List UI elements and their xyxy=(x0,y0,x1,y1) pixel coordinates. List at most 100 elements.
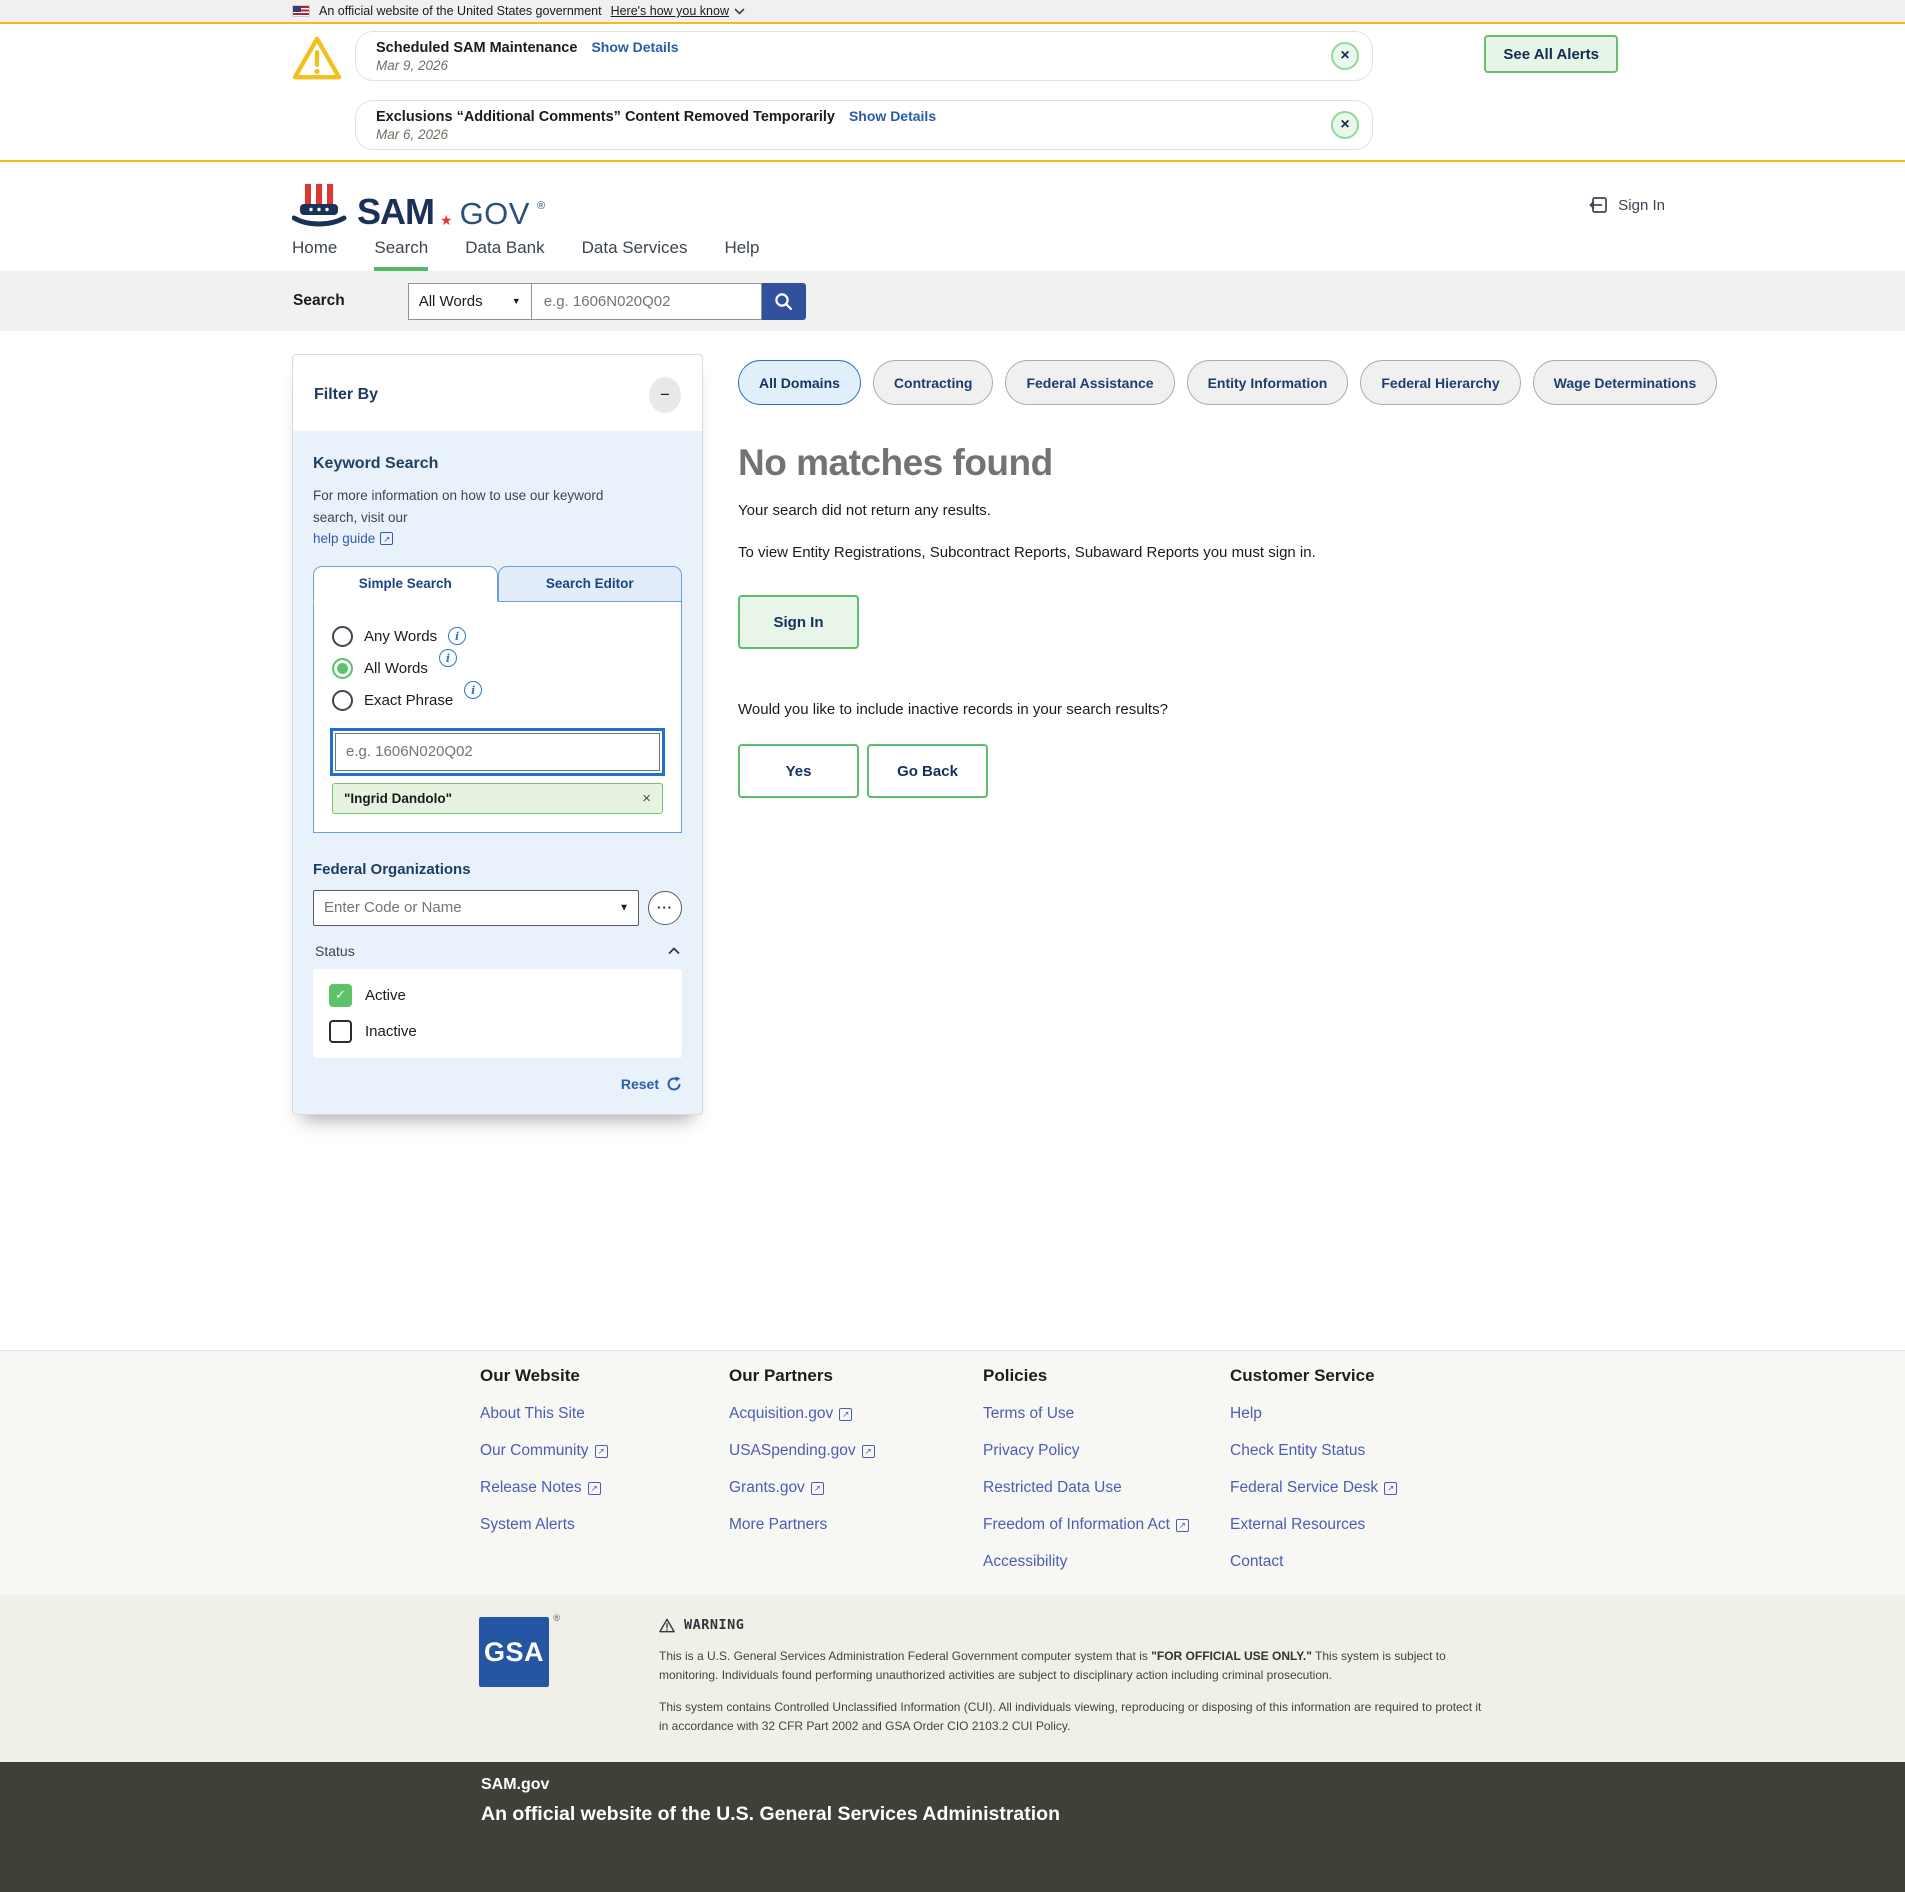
logo-gov-text: GOV xyxy=(460,200,530,228)
primary-nav: Home Search Data Bank Data Services Help xyxy=(0,238,1905,271)
see-all-alerts-button[interactable]: See All Alerts xyxy=(1484,35,1618,73)
footer-link-system-alerts[interactable]: System Alerts xyxy=(480,1516,575,1534)
external-link-icon: ↗ xyxy=(588,1482,601,1495)
search-submit-button[interactable] xyxy=(762,283,806,320)
radio-exact-phrase[interactable] xyxy=(332,690,353,711)
nav-item-data-services[interactable]: Data Services xyxy=(582,238,688,271)
external-link-icon: ↗ xyxy=(595,1445,608,1458)
footer-tagline: An official website of the U.S. General … xyxy=(481,1803,1665,1826)
tab-search-editor[interactable]: Search Editor xyxy=(498,566,683,602)
radio-all-words-label: All Words xyxy=(364,660,428,677)
footer-link-usaspending-gov[interactable]: USASpending.gov↗ xyxy=(729,1442,875,1460)
footer-col-customer-service: Customer Service Help Check Entity Statu… xyxy=(1230,1366,1665,1571)
domain-tab-all-domains[interactable]: All Domains xyxy=(738,360,861,405)
search-strip: Search All Words ▼ xyxy=(0,271,1905,331)
federal-org-input[interactable] xyxy=(313,890,639,926)
footer-site-name: SAM.gov xyxy=(481,1776,1665,1794)
no-matches-title: No matches found xyxy=(738,442,1717,484)
footer-link-accessibility[interactable]: Accessibility xyxy=(983,1553,1067,1571)
info-icon[interactable]: i xyxy=(439,649,457,667)
header-sign-in-link[interactable]: Sign In xyxy=(1589,195,1665,215)
status-section-toggle[interactable]: Status xyxy=(313,943,682,959)
nav-item-search[interactable]: Search xyxy=(374,238,428,271)
logo-sam-text: SAM xyxy=(357,196,434,228)
gsa-logo: GSA xyxy=(479,1617,549,1687)
footer-link-our-community[interactable]: Our Community↗ xyxy=(480,1442,608,1460)
domain-tab-federal-assistance[interactable]: Federal Assistance xyxy=(1005,360,1174,405)
external-link-icon: ↗ xyxy=(380,532,393,545)
nav-item-home[interactable]: Home xyxy=(292,238,337,271)
alert-item: Exclusions “Additional Comments” Content… xyxy=(355,100,1373,150)
chevron-up-icon xyxy=(668,947,680,955)
footer-link-restricted-data-use[interactable]: Restricted Data Use xyxy=(983,1479,1122,1497)
keyword-info-text: For more information on how to use our k… xyxy=(313,488,603,525)
sign-in-icon xyxy=(1589,195,1609,215)
registered-mark-icon: ® xyxy=(553,1613,560,1623)
footer-link-acquisition-gov[interactable]: Acquisition.gov↗ xyxy=(729,1405,852,1423)
help-guide-link[interactable]: help guide ↗ xyxy=(313,528,393,550)
nav-item-help[interactable]: Help xyxy=(724,238,759,271)
domain-tab-entity-information[interactable]: Entity Information xyxy=(1187,360,1349,405)
keyword-chip-label: "Ingrid Dandolo" xyxy=(344,791,452,806)
footer-link-terms-of-use[interactable]: Terms of Use xyxy=(983,1405,1074,1423)
registered-mark-icon: ® xyxy=(537,200,545,212)
reset-filters[interactable]: Reset xyxy=(313,1076,682,1094)
footer-link-foia[interactable]: Freedom of Information Act↗ xyxy=(983,1516,1189,1534)
footer-col-heading: Our Website xyxy=(480,1366,729,1386)
footer-link-about-this-site[interactable]: About This Site xyxy=(480,1405,585,1423)
info-icon[interactable]: i xyxy=(464,681,482,699)
more-options-button[interactable]: ··· xyxy=(648,891,682,925)
sign-in-button[interactable]: Sign In xyxy=(738,595,859,649)
warning-paragraph-2: This system contains Controlled Unclassi… xyxy=(659,1698,1484,1735)
external-link-icon: ↗ xyxy=(1384,1482,1397,1495)
samgov-logo[interactable]: SAM ★ GOV ® xyxy=(292,182,545,228)
footer-link-help[interactable]: Help xyxy=(1230,1405,1262,1423)
footer-link-release-notes[interactable]: Release Notes↗ xyxy=(480,1479,601,1497)
domain-tab-contracting[interactable]: Contracting xyxy=(873,360,994,405)
domain-tab-wage-determinations[interactable]: Wage Determinations xyxy=(1533,360,1718,405)
alert-close-button[interactable]: × xyxy=(1331,111,1359,139)
footer-col-heading: Customer Service xyxy=(1230,1366,1665,1386)
footer-link-check-entity-status[interactable]: Check Entity Status xyxy=(1230,1442,1365,1460)
external-link-icon: ↗ xyxy=(839,1408,852,1421)
checkbox-inactive[interactable] xyxy=(329,1020,352,1043)
radio-all-words[interactable] xyxy=(332,658,353,679)
uncle-sam-hat-icon xyxy=(292,182,350,228)
radio-any-words-label: Any Words xyxy=(364,628,437,645)
alert-date: Mar 9, 2026 xyxy=(376,58,1308,73)
alert-title: Exclusions “Additional Comments” Content… xyxy=(376,109,835,125)
footer-link-privacy-policy[interactable]: Privacy Policy xyxy=(983,1442,1079,1460)
chip-remove-icon[interactable]: × xyxy=(642,790,651,807)
global-search-input[interactable] xyxy=(532,283,762,320)
domain-tabs: All Domains Contracting Federal Assistan… xyxy=(738,360,1717,405)
filter-panel: Filter By − Keyword Search For more info… xyxy=(292,354,703,1115)
keyword-search-heading: Keyword Search xyxy=(313,455,682,473)
keyword-search-input[interactable] xyxy=(335,733,660,771)
footer-link-more-partners[interactable]: More Partners xyxy=(729,1516,827,1534)
heres-how-you-know-link[interactable]: Here's how you know xyxy=(611,4,745,18)
search-label: Search xyxy=(293,292,345,310)
footer-link-contact[interactable]: Contact xyxy=(1230,1553,1283,1571)
checkbox-active[interactable]: ✓ xyxy=(329,984,352,1007)
alert-close-button[interactable]: × xyxy=(1331,42,1359,70)
tab-simple-search[interactable]: Simple Search xyxy=(313,566,498,602)
site-header: SAM ★ GOV ® Sign In xyxy=(0,162,1905,236)
radio-any-words[interactable] xyxy=(332,626,353,647)
info-icon[interactable]: i xyxy=(448,627,466,645)
go-back-button[interactable]: Go Back xyxy=(867,744,988,798)
check-icon: ✓ xyxy=(335,987,346,1003)
footer-link-grants-gov[interactable]: Grants.gov↗ xyxy=(729,1479,824,1497)
yes-button[interactable]: Yes xyxy=(738,744,859,798)
minus-icon: − xyxy=(660,385,670,405)
show-details-link[interactable]: Show Details xyxy=(591,39,678,55)
nav-item-data-bank[interactable]: Data Bank xyxy=(465,238,544,271)
warning-triangle-icon xyxy=(292,35,342,81)
radio-exact-phrase-label: Exact Phrase xyxy=(364,692,453,709)
footer-link-federal-service-desk[interactable]: Federal Service Desk↗ xyxy=(1230,1479,1397,1497)
footer-link-external-resources[interactable]: External Resources xyxy=(1230,1516,1365,1534)
collapse-filters-button[interactable]: − xyxy=(649,377,681,413)
domain-tab-federal-hierarchy[interactable]: Federal Hierarchy xyxy=(1360,360,1520,405)
external-link-icon: ↗ xyxy=(811,1482,824,1495)
search-mode-select[interactable]: All Words ▼ xyxy=(408,283,532,320)
show-details-link[interactable]: Show Details xyxy=(849,108,936,124)
